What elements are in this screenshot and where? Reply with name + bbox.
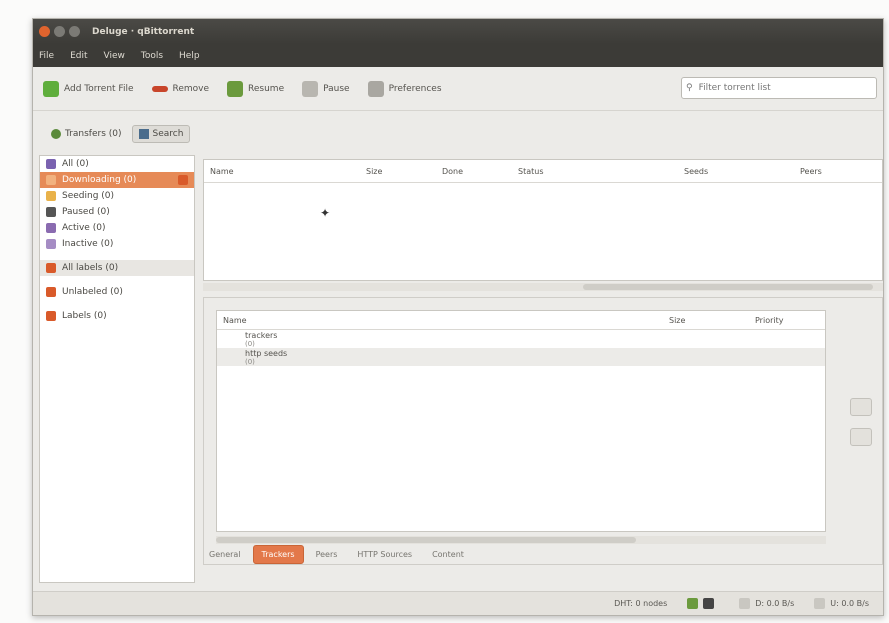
sidebar-item-labels[interactable]: Labels (0) [40,308,194,324]
column-status[interactable]: Status [512,167,678,176]
column-done[interactable]: Done [436,167,512,176]
file-list-header: Name Size Priority [217,311,825,330]
transfers-icon [51,129,61,139]
mouse-cursor-icon: ✦ [320,206,331,220]
menu-help[interactable]: Help [179,51,200,61]
resume-button[interactable]: Resume [227,80,284,97]
list-item[interactable]: http seeds (0) [217,348,825,366]
toolbar: Add Torrent File Remove Resume Pause Pre… [33,67,883,111]
inactive-icon [46,239,56,249]
preferences-button[interactable]: Preferences [367,80,442,97]
dht-status: DHT: 0 nodes [614,599,668,608]
column-peers[interactable]: Peers [794,167,880,176]
pause-button[interactable]: Pause [302,80,350,97]
sidebar-item-inactive[interactable]: Inactive (0) [40,236,194,252]
column-size[interactable]: Size [360,167,436,176]
remove-icon [151,85,168,92]
file-list-scrollbar[interactable] [216,536,826,544]
title-bar: Deluge · qBittorrent [33,19,883,44]
move-up-button[interactable] [850,398,872,416]
pause-icon [302,80,319,97]
paused-icon [46,207,56,217]
upload-speed[interactable]: U: 0.0 B/s [814,598,869,609]
search-tab-icon [138,129,149,139]
status-bar: DHT: 0 nodes D: 0.0 B/s U: 0.0 B/s [33,591,883,615]
sidebar-item-paused[interactable]: Paused (0) [40,204,194,220]
resume-icon [227,80,244,97]
details-tabs: General Trackers Peers HTTP Sources Cont… [201,545,476,564]
sidebar-item-active[interactable]: Active (0) [40,220,194,236]
sidebar-item-unlabeled[interactable]: Unlabeled (0) [40,284,194,300]
maximize-window-icon[interactable] [69,26,80,37]
network-icon [703,598,715,609]
tab-http-sources[interactable]: HTTP Sources [349,546,420,563]
column-priority[interactable]: Priority [749,316,825,325]
tab-search[interactable]: Search [131,125,191,143]
remove-button[interactable]: Remove [151,84,209,94]
app-window: Deluge · qBittorrent File Edit View Tool… [32,18,884,616]
connection-status [687,598,719,609]
all-icon [46,159,56,169]
menu-file[interactable]: File [39,51,54,61]
search-box[interactable]: ⚲ [681,77,877,99]
sidebar-item-downloading[interactable]: Downloading (0) [40,172,194,188]
count-badge [178,175,188,185]
torrent-list-header: Name Size Done Status Seeds Peers [204,160,882,183]
tab-trackers[interactable]: Trackers [252,545,304,564]
torrent-list[interactable]: Name Size Done Status Seeds Peers ✦ [203,159,883,281]
tab-general[interactable]: General [201,546,249,563]
column-name[interactable]: Name [204,167,360,176]
upload-icon [814,598,826,609]
sidebar-item-all[interactable]: All (0) [40,156,194,172]
menu-edit[interactable]: Edit [70,51,87,61]
close-window-icon[interactable] [39,26,50,37]
search-icon: ⚲ [686,83,693,93]
list-item[interactable]: trackers (0) [217,330,825,348]
add-torrent-button[interactable]: Add Torrent File [43,80,134,97]
sidebar-item-all-labels[interactable]: All labels (0) [40,260,194,276]
minimize-window-icon[interactable] [54,26,65,37]
tab-peers[interactable]: Peers [308,546,346,563]
label-icon [46,263,56,273]
active-icon [46,223,56,233]
column-file-size[interactable]: Size [663,316,749,325]
menu-tools[interactable]: Tools [141,51,163,61]
label-icon [46,287,56,297]
content-file-list[interactable]: Name Size Priority trackers (0) http seed… [216,310,826,532]
downloading-icon [46,175,56,185]
menu-bar: File Edit View Tools Help [33,44,883,67]
tab-transfers[interactable]: Transfers (0) [45,126,128,142]
add-icon [43,80,59,97]
connection-icon [687,598,699,609]
label-icon [46,311,56,321]
torrent-list-scrollbar[interactable] [203,283,883,291]
scroll-thumb[interactable] [216,537,636,543]
column-file-name[interactable]: Name [217,316,663,325]
preferences-icon [367,80,384,97]
details-panel: Name Size Priority trackers (0) http seed… [203,297,883,565]
seeding-icon [46,191,56,201]
move-down-button[interactable] [850,428,872,446]
download-speed[interactable]: D: 0.0 B/s [739,598,794,609]
download-icon [739,598,751,609]
scroll-thumb[interactable] [583,284,873,290]
main-tabs: Transfers (0) Search [45,125,194,143]
search-input[interactable] [696,82,876,94]
column-seeds[interactable]: Seeds [678,167,794,176]
window-title: Deluge · qBittorrent [92,26,195,37]
filter-sidebar: All (0) Downloading (0) Seeding (0) Paus… [39,155,195,583]
sidebar-item-seeding[interactable]: Seeding (0) [40,188,194,204]
menu-view[interactable]: View [104,51,125,61]
tab-content[interactable]: Content [424,546,472,563]
